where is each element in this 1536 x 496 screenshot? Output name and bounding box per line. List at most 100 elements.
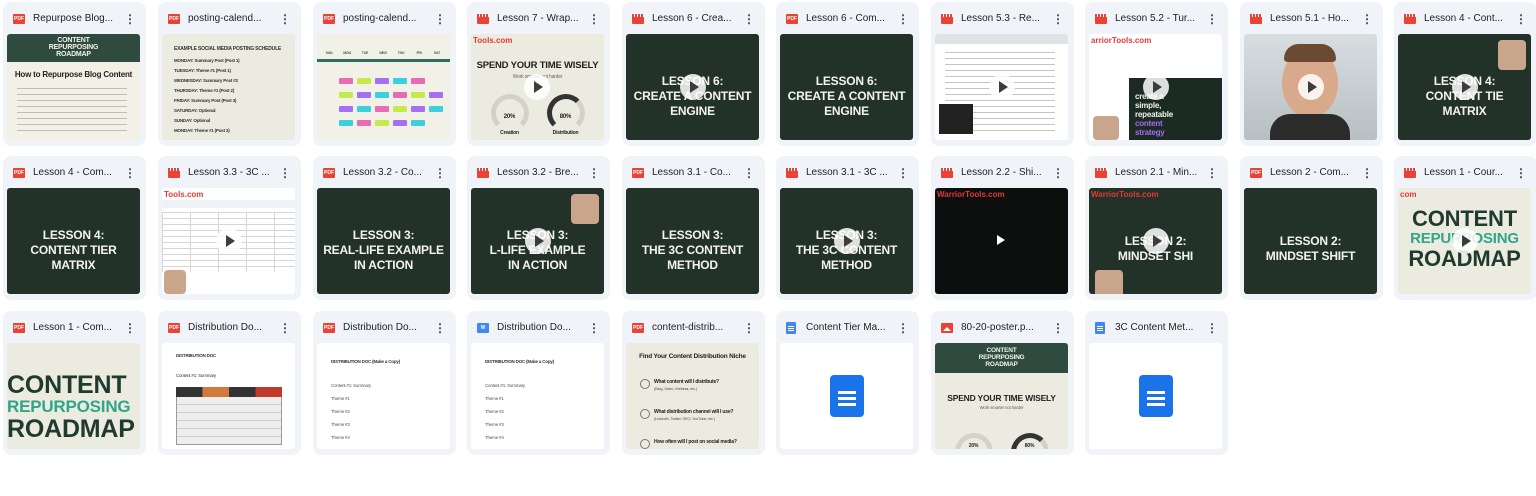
file-thumbnail[interactable]: WarriorTools.com xyxy=(935,188,1068,294)
play-button[interactable] xyxy=(680,74,706,100)
file-name[interactable]: 80-20-poster.p... xyxy=(961,322,1047,334)
file-name[interactable]: 3C Content Met... xyxy=(1115,322,1201,334)
file-name[interactable]: Distribution Do... xyxy=(188,322,274,334)
more-options-icon[interactable]: ⋮ xyxy=(1361,166,1373,180)
file-name[interactable]: Repurpose Blog... xyxy=(33,13,119,25)
file-card[interactable]: Lesson 7 - Wrap... ⋮ Tools.com SPEND YOUR T… xyxy=(467,2,610,146)
file-card[interactable]: PDF posting-calend... ⋮ EXAMPLE SOCIAL MEDI… xyxy=(158,2,301,146)
file-thumbnail[interactable]: DISTRIBUTION DOC (Make a Copy) Content #1… xyxy=(317,343,450,449)
file-thumbnail[interactable]: LESSON 4:CONTENT TIEMATRIX xyxy=(1398,34,1531,140)
file-card[interactable]: PDF Lesson 3.2 - Co... ⋮ LESSON 3: REAL-LIFE… xyxy=(313,156,456,300)
more-options-icon[interactable]: ⋮ xyxy=(124,321,136,335)
more-options-icon[interactable]: ⋮ xyxy=(1515,166,1527,180)
file-thumbnail[interactable]: LESSON 2: MINDSET SHIFT xyxy=(1244,188,1377,294)
file-card[interactable]: Lesson 1 - Cour...⋮comCONTENTREPURPOSING… xyxy=(1394,156,1536,300)
file-name[interactable]: Content Tier Ma... xyxy=(806,322,892,334)
file-name[interactable]: Lesson 2.1 - Min... xyxy=(1115,167,1201,179)
file-card[interactable]: PDF content-distrib... ⋮ Find Your Content … xyxy=(622,311,765,455)
file-thumbnail[interactable]: CONTENT REPURPOSING ROADMAP SPEND YOUR TIME… xyxy=(935,343,1068,449)
file-thumbnail[interactable]: Tools.comSPEND YOUR TIME WISELYWork smar… xyxy=(471,34,604,140)
file-name[interactable]: Distribution Do... xyxy=(343,322,429,334)
file-card[interactable]: 80-20-poster.p... ⋮ CONTENT REPURPOSING ROAD… xyxy=(931,311,1074,455)
more-options-icon[interactable]: ⋮ xyxy=(434,321,446,335)
more-options-icon[interactable]: ⋮ xyxy=(279,321,291,335)
file-card[interactable]: Lesson 3.3 - 3C ... ⋮ Tools.com xyxy=(158,156,301,300)
file-card[interactable]: PDF Lesson 1 - Com... ⋮ CONTENT REPURPOSING R… xyxy=(3,311,146,455)
file-thumbnail[interactable]: LESSON 3: REAL-LIFE EXAMPLE IN ACTION xyxy=(317,188,450,294)
file-card[interactable]: PDF Distribution Do... ⋮ DISTRIBUTION DOC (… xyxy=(313,311,456,455)
more-options-icon[interactable]: ⋮ xyxy=(1206,166,1218,180)
more-options-icon[interactable]: ⋮ xyxy=(1052,321,1064,335)
file-name[interactable]: Lesson 3.2 - Bre... xyxy=(497,167,583,179)
file-name[interactable]: Lesson 3.1 - Co... xyxy=(652,167,738,179)
more-options-icon[interactable]: ⋮ xyxy=(279,166,291,180)
more-options-icon[interactable]: ⋮ xyxy=(124,166,136,180)
more-options-icon[interactable]: ⋮ xyxy=(279,12,291,26)
file-name[interactable]: Lesson 1 - Cour... xyxy=(1424,167,1510,179)
file-thumbnail[interactable] xyxy=(935,34,1068,140)
file-name[interactable]: Lesson 3.1 - 3C ... xyxy=(806,167,892,179)
more-options-icon[interactable]: ⋮ xyxy=(1052,166,1064,180)
more-options-icon[interactable]: ⋮ xyxy=(897,166,909,180)
more-options-icon[interactable]: ⋮ xyxy=(588,321,600,335)
file-name[interactable]: Lesson 4 - Com... xyxy=(33,167,119,179)
file-card[interactable]: Lesson 5.1 - Ho... ⋮ xyxy=(1240,2,1383,146)
more-options-icon[interactable]: ⋮ xyxy=(897,321,909,335)
file-thumbnail[interactable]: DISTRIBUTION DOC (Make a Copy) Content #1… xyxy=(471,343,604,449)
file-thumbnail[interactable]: LESSON 6:CREATE A CONTENTENGINE xyxy=(780,34,913,140)
file-name[interactable]: posting-calend... xyxy=(343,13,429,25)
file-thumbnail[interactable]: LESSON 3:THE 3C CONTENTMETHOD xyxy=(780,188,913,294)
file-thumbnail[interactable] xyxy=(780,343,913,449)
file-name[interactable]: posting-calend... xyxy=(188,13,274,25)
file-card[interactable]: Lesson 3.1 - 3C ... ⋮ LESSON 3:THE 3C CONT… xyxy=(776,156,919,300)
more-options-icon[interactable]: ⋮ xyxy=(1206,321,1218,335)
more-options-icon[interactable]: ⋮ xyxy=(1515,12,1527,26)
more-options-icon[interactable]: ⋮ xyxy=(743,166,755,180)
play-button[interactable] xyxy=(834,228,860,254)
file-thumbnail[interactable]: CONTENT REPURPOSING ROADMAP How to Repurpos… xyxy=(7,34,140,140)
more-options-icon[interactable]: ⋮ xyxy=(588,12,600,26)
file-name[interactable]: Distribution Do... xyxy=(497,322,583,334)
play-button[interactable] xyxy=(1298,74,1324,100)
play-button[interactable] xyxy=(524,74,550,100)
file-card[interactable]: Lesson 4 - Cont... ⋮ LESSON 4:CONTENT TIEM… xyxy=(1394,2,1536,146)
file-card[interactable]: PDF Lesson 4 - Com... ⋮ LESSON 4: CONTENT TI… xyxy=(3,156,146,300)
play-indicator-icon[interactable] xyxy=(997,235,1005,245)
play-button[interactable] xyxy=(216,228,242,254)
more-options-icon[interactable]: ⋮ xyxy=(434,12,446,26)
more-options-icon[interactable]: ⋮ xyxy=(124,12,136,26)
file-thumbnail[interactable]: LESSON 3:L-LIFE EXAMPLEIN ACTION xyxy=(471,188,604,294)
more-options-icon[interactable]: ⋮ xyxy=(434,166,446,180)
file-card[interactable]: PDF Lesson 3.1 - Co... ⋮ LESSON 3: THE 3C CO… xyxy=(622,156,765,300)
file-thumbnail[interactable]: Find Your Content Distribution Niche What… xyxy=(626,343,759,449)
file-card[interactable]: Lesson 5.3 - Re... ⋮ xyxy=(931,2,1074,146)
file-card[interactable]: PDF Lesson 2 - Com... ⋮ LESSON 2: MINDSET SH… xyxy=(1240,156,1383,300)
file-thumbnail[interactable]: LESSON 2:MINDSET SHIWarriorTools.com xyxy=(1089,188,1222,294)
file-card[interactable]: PDF Distribution Do... ⋮ DISTRIBUTION DOC Co… xyxy=(158,311,301,455)
file-card[interactable]: Lesson 6 - Crea... ⋮ LESSON 6:CREATE A CON… xyxy=(622,2,765,146)
file-name[interactable]: Lesson 5.3 - Re... xyxy=(961,13,1047,25)
file-thumbnail[interactable]: LESSON 4: CONTENT TIER MATRIX xyxy=(7,188,140,294)
file-card[interactable]: Content Tier Ma... ⋮ xyxy=(776,311,919,455)
more-options-icon[interactable]: ⋮ xyxy=(1206,12,1218,26)
file-card[interactable]: Lesson 2.1 - Min... ⋮ LESSON 2:MINDSET SHI… xyxy=(1085,156,1228,300)
file-card[interactable]: PDF posting-calend... ⋮ SUN MON TUE WED THU FRI S… xyxy=(313,2,456,146)
file-card[interactable]: Lesson 5.2 - Tur... ⋮ arriorTools.comcreat… xyxy=(1085,2,1228,146)
file-name[interactable]: Lesson 2.2 - Shi... xyxy=(961,167,1047,179)
more-options-icon[interactable]: ⋮ xyxy=(743,321,755,335)
file-card[interactable]: W Distribution Do... ⋮ DISTRIBUTION DOC (Ma… xyxy=(467,311,610,455)
file-thumbnail[interactable]: SUN MON TUE WED THU FRI SAT xyxy=(317,34,450,140)
file-name[interactable]: content-distrib... xyxy=(652,322,738,334)
file-name[interactable]: Lesson 2 - Com... xyxy=(1270,167,1356,179)
more-options-icon[interactable]: ⋮ xyxy=(897,12,909,26)
file-name[interactable]: Lesson 3.3 - 3C ... xyxy=(188,167,274,179)
play-button[interactable] xyxy=(989,74,1015,100)
more-options-icon[interactable]: ⋮ xyxy=(1052,12,1064,26)
more-options-icon[interactable]: ⋮ xyxy=(588,166,600,180)
file-card[interactable]: 3C Content Met... ⋮ xyxy=(1085,311,1228,455)
file-name[interactable]: Lesson 3.2 - Co... xyxy=(343,167,429,179)
file-name[interactable]: Lesson 4 - Cont... xyxy=(1424,13,1510,25)
file-name[interactable]: Lesson 6 - Crea... xyxy=(652,13,738,25)
more-options-icon[interactable]: ⋮ xyxy=(1361,12,1373,26)
file-name[interactable]: Lesson 5.1 - Ho... xyxy=(1270,13,1356,25)
